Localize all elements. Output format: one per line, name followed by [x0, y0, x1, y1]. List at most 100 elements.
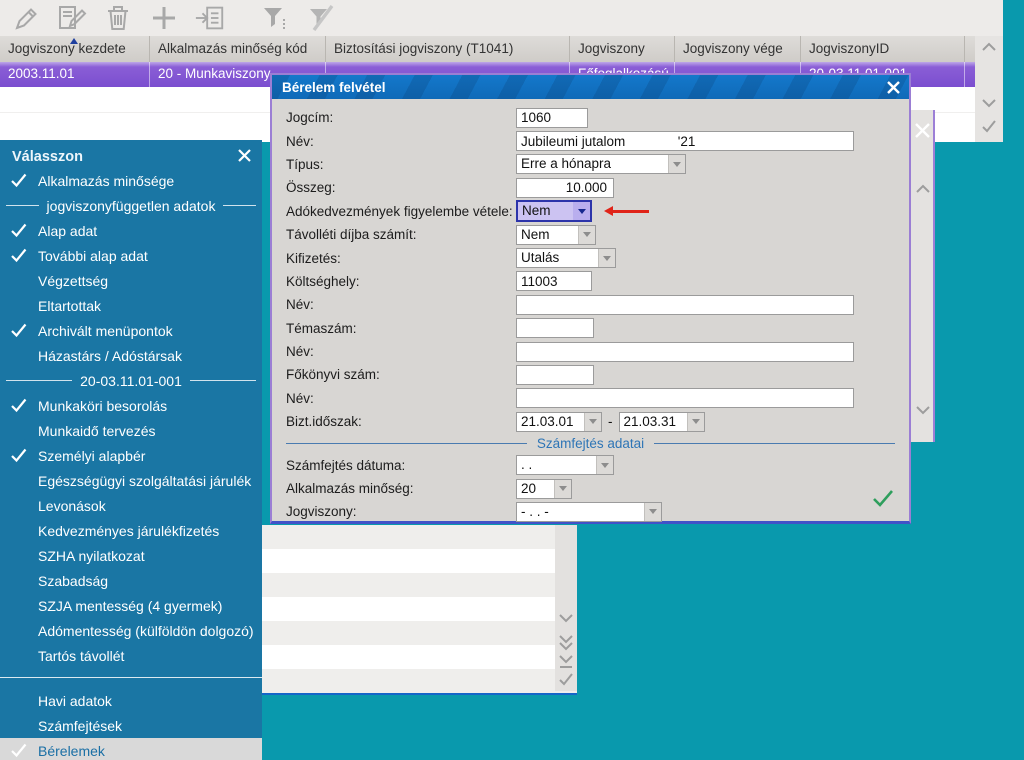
check-icon[interactable] [980, 118, 998, 134]
dropdown-value: 20 [517, 480, 554, 498]
sidebar-section-separator: jogviszonyfüggetlen adatok [0, 193, 262, 218]
sidebar-item-személyi-alapbér[interactable]: Személyi alapbér [0, 443, 262, 468]
chevron-down-end-icon[interactable] [557, 653, 575, 671]
dropdown[interactable]: Erre a hónapra [516, 154, 686, 174]
chevron-down-icon[interactable] [584, 413, 601, 431]
field-label: Jogviszony: [272, 504, 516, 519]
sidebar-item-szja-mentesség-4-gyermek-[interactable]: SZJA mentesség (4 gyermek) [0, 593, 262, 618]
copy-record-icon[interactable] [194, 3, 226, 33]
chevron-down-icon[interactable] [644, 503, 661, 521]
filter-icon[interactable] [258, 3, 290, 33]
chevron-down-icon[interactable] [554, 480, 571, 498]
form-section-header: Számfejtés adatai [272, 433, 909, 453]
delete-icon[interactable] [102, 3, 134, 33]
sidebar-item-eltartottak[interactable]: Eltartottak [0, 293, 262, 318]
double-chevron-down-icon[interactable] [557, 633, 575, 651]
dropdown[interactable]: 21.03.01 [516, 412, 602, 432]
form-row: Név: [272, 129, 909, 152]
sidebar-item-munkaköri-besorolás[interactable]: Munkaköri besorolás [0, 393, 262, 418]
sidebar-item-szabadság[interactable]: Szabadság [0, 568, 262, 593]
list-item [262, 573, 577, 597]
field-label: Név: [272, 297, 516, 312]
application-window: Jogviszony kezdeteAlkalmazás minőség kód… [0, 0, 1024, 760]
chevron-down-icon[interactable] [596, 456, 613, 474]
field-label: Jogcím: [272, 110, 516, 125]
close-icon[interactable] [237, 148, 252, 167]
table-scrollbar [975, 36, 1003, 142]
form-row: Témaszám: [272, 317, 909, 340]
dropdown[interactable]: Nem [516, 200, 592, 222]
chevron-down-icon[interactable] [668, 155, 685, 173]
text-input[interactable] [516, 295, 854, 315]
chevron-up-icon[interactable] [980, 40, 998, 56]
text-input[interactable] [516, 388, 854, 408]
sidebar-item-végzettség[interactable]: Végzettség [0, 268, 262, 293]
chevron-down-icon[interactable] [914, 403, 932, 422]
dropdown[interactable]: Utalás [516, 248, 616, 268]
sidebar-item-alkalmazás-minősége[interactable]: Alkalmazás minősége [0, 168, 262, 193]
text-input[interactable] [516, 271, 592, 291]
dropdown[interactable]: 20 [516, 479, 572, 499]
sidebar-item-alap-adat[interactable]: Alap adat [0, 218, 262, 243]
chevron-down-icon[interactable] [578, 226, 595, 244]
sidebar-item-label: Levonások [38, 498, 106, 514]
sort-ascending-icon [70, 38, 78, 44]
background-window-edge [911, 110, 935, 442]
sidebar-item-szha-nyilatkozat[interactable]: SZHA nyilatkozat [0, 543, 262, 568]
sidebar-item-munkaidő-tervezés[interactable]: Munkaidő tervezés [0, 418, 262, 443]
sidebar-item-archivált-menüpontok[interactable]: Archivált menüpontok [0, 318, 262, 343]
background-list-panel [262, 525, 577, 695]
sidebar-item-további-alap-adat[interactable]: További alap adat [0, 243, 262, 268]
dropdown[interactable]: 21.03.31 [619, 412, 705, 432]
text-input[interactable] [516, 178, 614, 198]
sidebar-item-label: Kedvezményes járulékfizetés [38, 523, 219, 539]
form-row: Főkönyvi szám: [272, 363, 909, 386]
clear-filter-icon[interactable] [304, 3, 336, 33]
close-icon[interactable] [914, 122, 931, 144]
text-input[interactable] [516, 108, 588, 128]
dropdown-value: . . [517, 456, 596, 474]
chevron-down-icon[interactable] [980, 96, 998, 112]
range-separator: - [608, 414, 613, 429]
chevron-up-icon[interactable] [914, 182, 932, 201]
list-item [262, 549, 577, 573]
sidebar-item-levonások[interactable]: Levonások [0, 493, 262, 518]
ok-check-icon[interactable] [871, 488, 895, 513]
chevron-down-icon[interactable] [687, 413, 704, 431]
sidebar-item-kedvezményes-járulékfizetés[interactable]: Kedvezményes járulékfizetés [0, 518, 262, 543]
sidebar-item-számfejtések[interactable]: Számfejtések [0, 713, 262, 738]
sidebar-title: Válasszon [12, 149, 83, 165]
text-input[interactable] [516, 342, 854, 362]
column-header[interactable]: JogviszonyID [801, 36, 965, 62]
dropdown[interactable]: . . [516, 455, 614, 475]
text-input[interactable] [516, 131, 854, 151]
sidebar-item-egészségügyi-szolgáltatási-járulék[interactable]: Egészségügyi szolgáltatási járulék [0, 468, 262, 493]
column-header[interactable]: Biztosítási jogviszony (T1041) [326, 36, 570, 62]
check-icon[interactable] [557, 671, 575, 689]
edit-icon[interactable] [10, 3, 42, 33]
sidebar-item-havi-adatok[interactable]: Havi adatok [0, 688, 262, 713]
sidebar-item-házastárs-adóstársak[interactable]: Házastárs / Adóstársak [0, 343, 262, 368]
chevron-down-icon[interactable] [557, 611, 575, 629]
chevron-down-icon[interactable] [598, 249, 615, 267]
sidebar-item-label: Adómentesség (külföldön dolgozó) [38, 623, 254, 639]
edit-record-icon[interactable] [56, 3, 88, 33]
field-label: Távolléti díjba számít: [272, 227, 516, 242]
sidebar-header: Válasszon [0, 140, 262, 168]
column-header[interactable]: Jogviszony [570, 36, 675, 62]
sidebar-item-label: Archivált menüpontok [38, 323, 173, 339]
sidebar-item-bérelemek[interactable]: Bérelemek [0, 738, 262, 760]
dropdown[interactable]: - . . - [516, 502, 662, 522]
check-icon [10, 322, 28, 341]
sidebar-item-tartós-távollét[interactable]: Tartós távollét [0, 643, 262, 668]
add-icon[interactable] [148, 3, 180, 33]
dropdown[interactable]: Nem [516, 225, 596, 245]
column-header[interactable]: Alkalmazás minőség kód [150, 36, 326, 62]
text-input[interactable] [516, 365, 594, 385]
check-icon [10, 222, 28, 241]
text-input[interactable] [516, 318, 594, 338]
close-icon[interactable] [886, 80, 901, 95]
column-header[interactable]: Jogviszony vége [675, 36, 801, 62]
chevron-down-icon[interactable] [573, 202, 590, 220]
sidebar-item-adómentesség-külföldön-dolgozó-[interactable]: Adómentesség (külföldön dolgozó) [0, 618, 262, 643]
